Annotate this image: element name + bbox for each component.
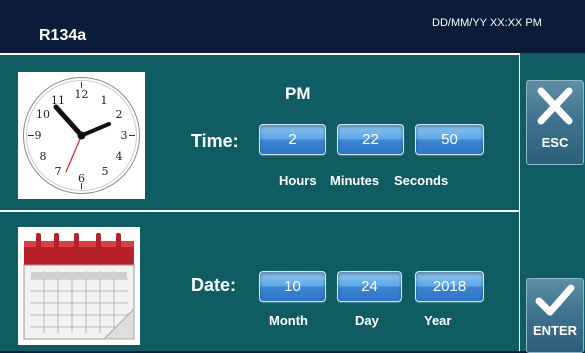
datetime-display: DD/MM/YY XX:XX PM <box>432 17 542 29</box>
hours-label: Hours <box>279 173 317 188</box>
sidebar: ESC ENTER <box>520 53 585 353</box>
screen: R134a DD/MM/YY XX:XX PM 12 1 2 3 4 5 6 7… <box>0 0 585 353</box>
svg-text:3: 3 <box>121 129 128 142</box>
year-field[interactable]: 2018 <box>415 271 484 302</box>
minutes-field[interactable]: 22 <box>337 124 404 155</box>
svg-text:6: 6 <box>78 172 85 185</box>
esc-button[interactable]: ESC <box>526 80 584 165</box>
ampm-indicator: PM <box>285 84 311 103</box>
svg-text:4: 4 <box>116 150 123 163</box>
day-label: Day <box>355 313 379 328</box>
time-label: Time: <box>191 131 239 151</box>
minutes-label: Minutes <box>330 173 380 188</box>
svg-text:10: 10 <box>36 108 50 121</box>
svg-text:5: 5 <box>102 165 109 178</box>
date-label: Date: <box>191 275 237 295</box>
day-field[interactable]: 24 <box>337 271 402 302</box>
hours-field[interactable]: 2 <box>259 124 326 155</box>
header-bar: R134a DD/MM/YY XX:XX PM <box>0 0 585 53</box>
month-label: Month <box>269 313 308 328</box>
svg-text:12: 12 <box>75 88 89 101</box>
calendar-icon <box>18 227 140 345</box>
svg-text:9: 9 <box>35 129 42 142</box>
svg-text:2: 2 <box>116 108 123 121</box>
svg-text:1: 1 <box>101 94 108 107</box>
page-title: R134a <box>39 27 87 44</box>
svg-text:8: 8 <box>40 150 47 163</box>
esc-label: ESC <box>541 135 569 150</box>
svg-text:7: 7 <box>55 165 62 178</box>
seconds-field[interactable]: 50 <box>415 124 484 155</box>
close-icon <box>537 87 573 125</box>
clock-icon: 12 1 2 3 4 5 6 7 8 9 10 11 <box>18 72 145 199</box>
enter-button[interactable]: ENTER <box>526 278 584 353</box>
checkmark-icon <box>535 283 575 317</box>
seconds-label: Seconds <box>394 173 449 188</box>
enter-label: ENTER <box>532 323 578 338</box>
month-field[interactable]: 10 <box>259 271 326 302</box>
year-label: Year <box>424 313 452 328</box>
svg-text:11: 11 <box>51 94 65 107</box>
